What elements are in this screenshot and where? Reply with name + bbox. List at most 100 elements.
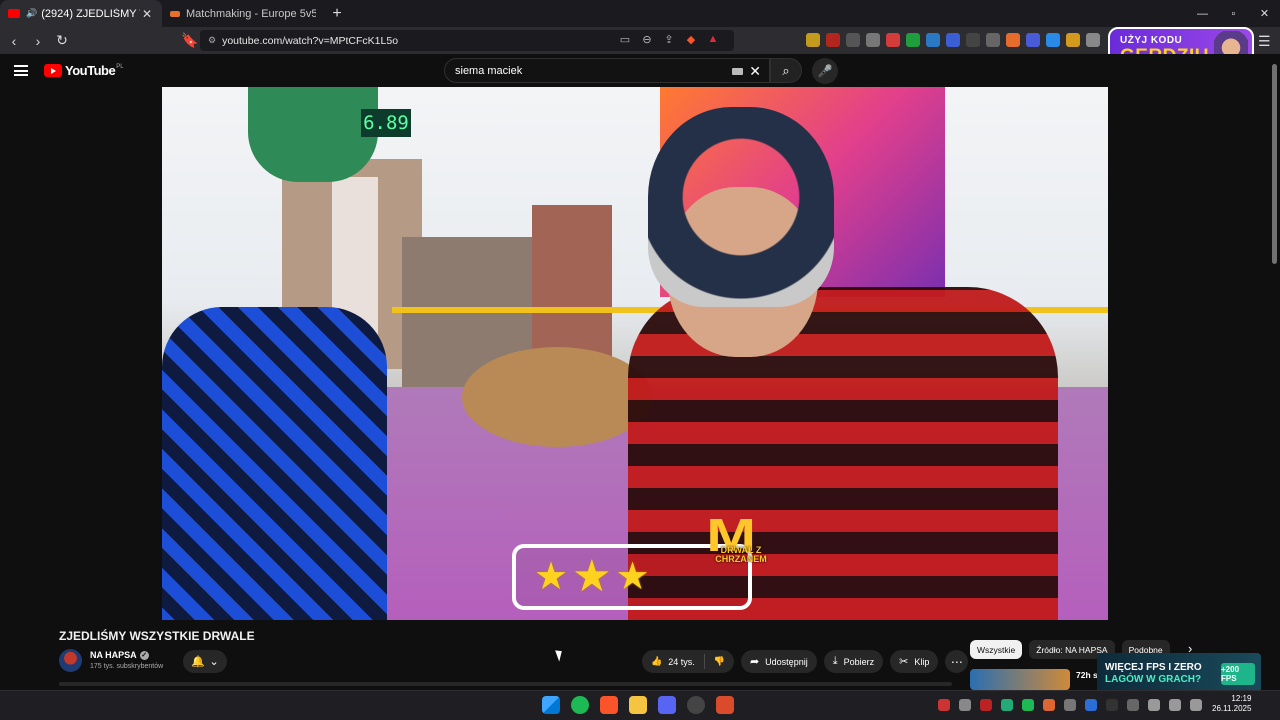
bookmark-icon[interactable]: 🔖 bbox=[180, 31, 200, 51]
tray-icon[interactable] bbox=[980, 699, 992, 711]
extension-icon[interactable] bbox=[1046, 33, 1060, 47]
search-input[interactable]: siema maciek ✕ bbox=[444, 58, 770, 83]
share-icon[interactable]: ⇪ bbox=[662, 32, 676, 46]
chip-all[interactable]: Wszystkie bbox=[970, 640, 1023, 659]
microphone-tray-icon[interactable] bbox=[1148, 699, 1160, 711]
tray-icon[interactable] bbox=[1022, 699, 1034, 711]
window-controls: — ▫ ✕ bbox=[1187, 0, 1280, 27]
minimize-button[interactable]: — bbox=[1187, 0, 1218, 27]
extension-icon[interactable] bbox=[966, 33, 980, 47]
site-settings-icon[interactable]: ⚙ bbox=[208, 35, 216, 46]
burger-badge-text: DRWAL Z CHRZANEM bbox=[715, 545, 767, 564]
extension-icon[interactable] bbox=[886, 33, 900, 47]
voice-search-button[interactable]: 🎤 bbox=[812, 58, 838, 84]
chevron-down-icon: ⌄ bbox=[209, 656, 219, 668]
close-window-button[interactable]: ✕ bbox=[1249, 0, 1280, 27]
channel-name-row[interactable]: NA HAPSA ✓ bbox=[90, 650, 149, 660]
spotify-icon[interactable] bbox=[571, 696, 589, 714]
like-button[interactable]: 👍 24 tys. bbox=[642, 650, 704, 673]
channel-name: NA HAPSA bbox=[90, 650, 137, 660]
restore-button[interactable]: ▫ bbox=[1218, 0, 1249, 27]
taskbar-clock[interactable]: 12:19 26.11.2025 bbox=[1212, 694, 1251, 715]
browser-toolbar: ‹ › ↻ 🔖 ⚙ youtube.com/watch?v=MPtCFcK1L5… bbox=[0, 27, 1280, 54]
extension-icon[interactable] bbox=[1066, 33, 1080, 47]
thumbs-up-icon: 👍 bbox=[651, 656, 663, 666]
clear-search-icon[interactable]: ✕ bbox=[749, 63, 761, 80]
recommended-title[interactable]: 72h s bbox=[1076, 670, 1098, 680]
promo-line-1: UŻYJ KODU bbox=[1120, 35, 1183, 46]
tab-label: Matchmaking - Europe 5v5 Queue - bbox=[186, 7, 316, 20]
keyboard-icon[interactable] bbox=[732, 68, 743, 75]
tray-icon[interactable] bbox=[1001, 699, 1013, 711]
extensions-menu-icon[interactable] bbox=[1086, 33, 1100, 47]
channel-avatar[interactable] bbox=[59, 649, 82, 672]
extension-icon[interactable] bbox=[846, 33, 860, 47]
mcdonalds-logo: M DRWAL Z CHRZANEM bbox=[706, 512, 772, 572]
like-dislike-group: 👍 24 tys. 👎 bbox=[642, 650, 734, 673]
subscribe-bell-button[interactable]: 🔔 ⌄ bbox=[183, 650, 227, 673]
faceit-favicon-icon bbox=[170, 10, 180, 17]
extension-icon[interactable] bbox=[1006, 33, 1020, 47]
cast-icon[interactable]: ▭ bbox=[618, 32, 632, 46]
download-button[interactable]: ⤓ Pobierz bbox=[823, 650, 884, 673]
tab-youtube[interactable]: 🔊 (2924) ZJEDLIŚMY WSZYSTKIE ✕ bbox=[0, 0, 162, 27]
dislike-button[interactable]: 👎 bbox=[705, 650, 734, 673]
video-details: ZJEDLIŚMY WSZYSTKIE DRWALE NA HAPSA ✓ 17… bbox=[0, 620, 1280, 699]
faceit-ac-icon[interactable] bbox=[716, 696, 734, 714]
extension-icon[interactable] bbox=[866, 33, 880, 47]
video-actions: 👍 24 tys. 👎 ➦ Udostępnij ⤓ Pobierz ✂ Kli… bbox=[642, 650, 969, 673]
volume-icon[interactable] bbox=[1190, 699, 1202, 711]
search-icon: ⌕ bbox=[782, 62, 790, 78]
mouse-cursor bbox=[555, 648, 565, 662]
extension-icon[interactable] bbox=[986, 33, 1000, 47]
reload-icon[interactable]: ↻ bbox=[52, 31, 72, 51]
tray-icon[interactable] bbox=[959, 699, 971, 711]
discord-icon[interactable] bbox=[658, 696, 676, 714]
tab-matchmaking[interactable]: Matchmaking - Europe 5v5 Queue - bbox=[162, 0, 324, 27]
microphone-icon: 🎤 bbox=[817, 64, 833, 78]
new-tab-button[interactable]: + bbox=[324, 0, 350, 27]
steam-icon[interactable] bbox=[687, 696, 705, 714]
page-scrollbar[interactable] bbox=[1272, 64, 1277, 264]
browser-menu-icon[interactable]: ☰ bbox=[1258, 33, 1271, 50]
network-icon[interactable] bbox=[1169, 699, 1181, 711]
extension-icon[interactable] bbox=[946, 33, 960, 47]
clip-button[interactable]: ✂ Klip bbox=[890, 650, 939, 673]
extension-icon[interactable] bbox=[1026, 33, 1040, 47]
file-explorer-icon[interactable] bbox=[629, 696, 647, 714]
youtube-favicon-icon bbox=[8, 9, 20, 18]
close-tab-icon[interactable]: ✕ bbox=[140, 7, 154, 21]
tray-icon[interactable] bbox=[1085, 699, 1097, 711]
extension-icon[interactable] bbox=[906, 33, 920, 47]
scissors-icon: ✂ bbox=[899, 656, 909, 668]
hamburger-menu-icon[interactable] bbox=[14, 65, 28, 76]
video-player[interactable]: 6.89 ★ ★ ★ M DRWAL Z CHRZANEM bbox=[162, 87, 1108, 620]
extensions-row bbox=[806, 33, 1100, 47]
share-button[interactable]: ➦ Udostępnij bbox=[740, 650, 817, 673]
windows-start-icon[interactable] bbox=[542, 696, 560, 714]
tray-icon[interactable] bbox=[1064, 699, 1076, 711]
recommended-thumbnail[interactable] bbox=[970, 669, 1070, 690]
price-display: 6.89 bbox=[361, 109, 411, 137]
search-button[interactable]: ⌕ bbox=[770, 58, 802, 83]
extension-icon[interactable] bbox=[826, 33, 840, 47]
more-actions-button[interactable]: ⋯ bbox=[945, 650, 969, 673]
tray-icon[interactable] bbox=[1127, 699, 1139, 711]
youtube-header: YouTube PL siema maciek ✕ ⌕ 🎤 bbox=[0, 54, 1280, 87]
tray-icon[interactable] bbox=[1106, 699, 1118, 711]
brave-rewards-icon[interactable]: ▲ bbox=[706, 32, 720, 46]
zoom-icon[interactable]: ⊖ bbox=[640, 32, 654, 46]
person-left bbox=[162, 307, 387, 620]
brave-icon[interactable] bbox=[600, 696, 618, 714]
tray-icon[interactable] bbox=[1043, 699, 1055, 711]
youtube-logo[interactable]: YouTube PL bbox=[44, 63, 124, 78]
brave-shield-icon[interactable]: ◆ bbox=[684, 32, 698, 46]
tray-icon[interactable] bbox=[938, 699, 950, 711]
comments-divider bbox=[59, 682, 952, 686]
system-tray bbox=[938, 699, 1202, 711]
forward-icon[interactable]: › bbox=[28, 31, 48, 51]
ad-text: WIĘCEJ FPS I ZERO LAGÓW W GRACH? bbox=[1105, 662, 1202, 685]
extension-icon[interactable] bbox=[806, 33, 820, 47]
extension-icon[interactable] bbox=[926, 33, 940, 47]
back-icon[interactable]: ‹ bbox=[4, 31, 24, 51]
